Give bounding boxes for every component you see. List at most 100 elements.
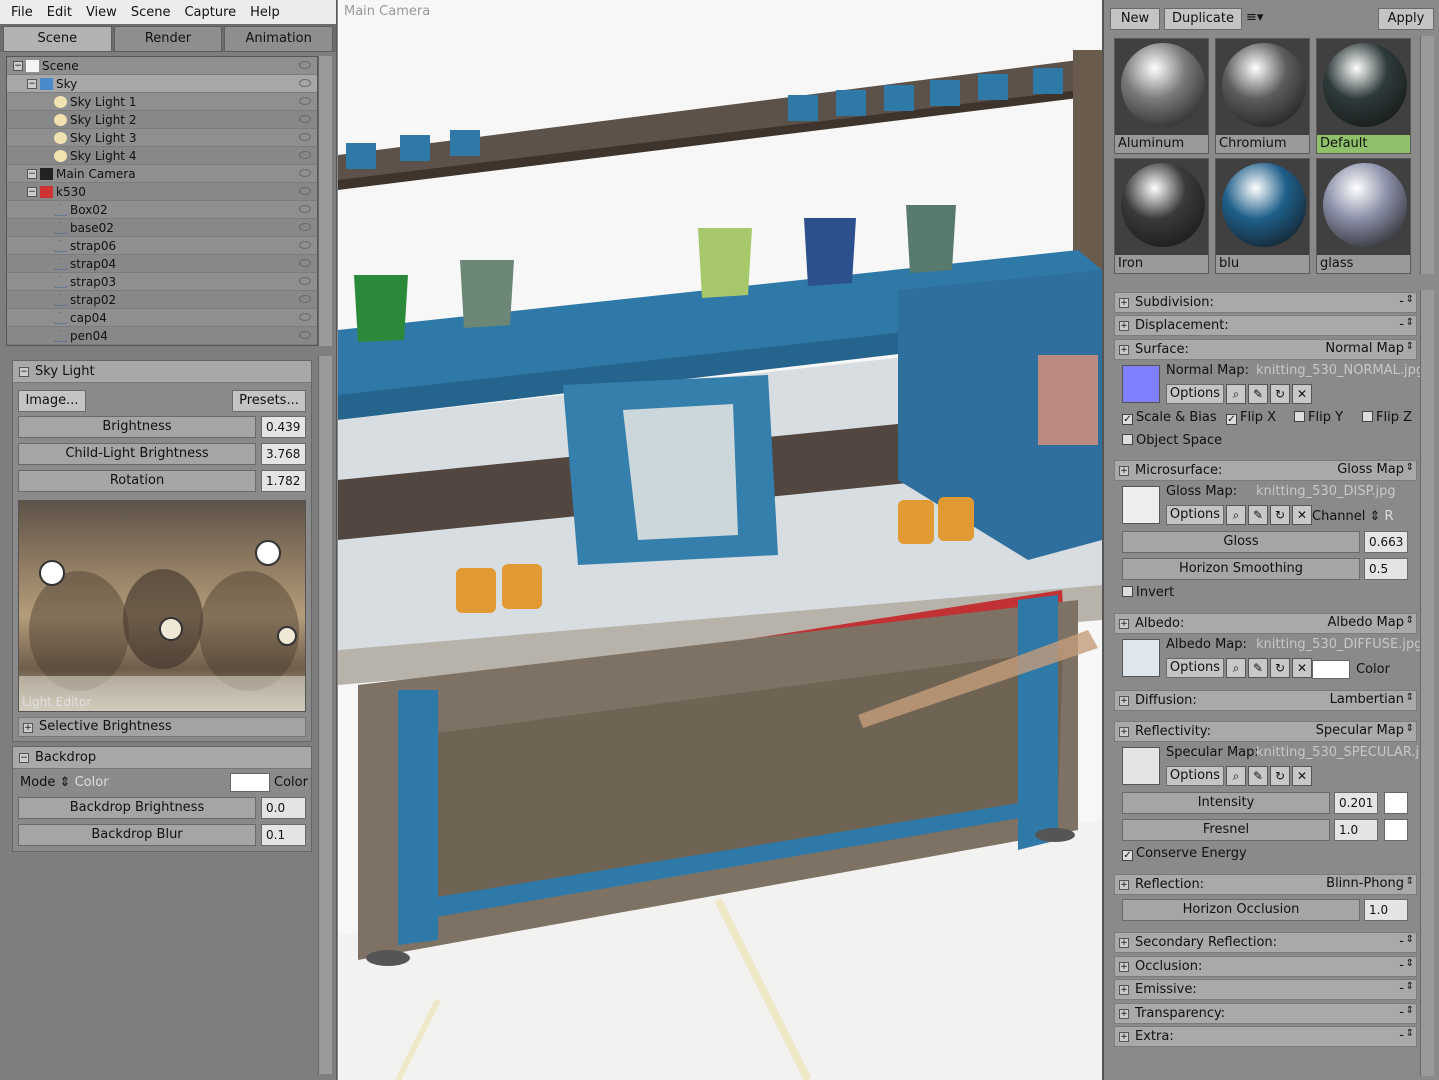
microsurface-section[interactable]: + Microsurface: Gloss Map ⇕ [1114, 460, 1417, 481]
menu-view[interactable]: View [79, 5, 124, 20]
flip-y-checkbox[interactable]: Flip Y [1294, 410, 1343, 425]
horizon-occlusion-slider[interactable]: Horizon Occlusion [1122, 899, 1360, 921]
remove-icon[interactable]: ✕ [1292, 384, 1312, 404]
search-icon[interactable]: ⌕ [1226, 384, 1246, 404]
remove-icon[interactable]: ✕ [1292, 505, 1312, 525]
child-light-brightness-value[interactable]: 3.768 [261, 443, 306, 465]
intensity-value[interactable]: 0.201 [1334, 792, 1378, 814]
fresnel-slider[interactable]: Fresnel [1122, 819, 1330, 841]
section-value[interactable]: - [1399, 934, 1404, 949]
expand-toggle-icon[interactable]: − [27, 168, 37, 179]
material-default[interactable]: Default [1316, 38, 1411, 154]
section-value[interactable]: Specular Map [1316, 723, 1404, 738]
tree-item-sky-light-3[interactable]: Sky Light 3 [7, 129, 317, 147]
visibility-eye-icon[interactable] [299, 133, 311, 141]
invert-checkbox[interactable]: Invert [1122, 585, 1174, 600]
tab-scene[interactable]: Scene [3, 26, 112, 52]
albedo-map-thumbnail[interactable] [1122, 639, 1160, 677]
tree-item-strap02[interactable]: strap02 [7, 291, 317, 309]
visibility-eye-icon[interactable] [299, 79, 311, 87]
backdrop-blur-slider[interactable]: Backdrop Blur [18, 824, 256, 846]
fresnel-color-swatch[interactable] [1384, 819, 1408, 841]
brightness-value[interactable]: 0.439 [261, 416, 306, 438]
tree-item-strap03[interactable]: strap03 [7, 273, 317, 291]
backdrop-color-swatch[interactable] [230, 773, 270, 792]
duplicate-button[interactable]: Duplicate [1164, 8, 1242, 30]
selective-brightness-header[interactable]: + Selective Brightness [18, 717, 306, 737]
camera-label[interactable]: Main Camera [344, 4, 430, 19]
flip-x-checkbox[interactable]: ✓ Flip X [1226, 410, 1276, 425]
tab-animation[interactable]: Animation [224, 26, 334, 52]
properties-scrollbar[interactable] [1420, 290, 1434, 1076]
section-value[interactable]: - [1399, 1005, 1404, 1020]
rotation-slider[interactable]: Rotation [18, 470, 256, 492]
expand-toggle-icon[interactable]: − [27, 186, 37, 197]
diffusion-section[interactable]: + Diffusion: Lambertian ⇕ [1114, 690, 1417, 711]
mode-select[interactable]: Color [75, 775, 109, 790]
section-value[interactable]: - [1399, 1028, 1404, 1043]
scale-bias-checkbox[interactable]: ✓ Scale & Bias [1122, 410, 1217, 425]
intensity-color-swatch[interactable] [1384, 792, 1408, 814]
reload-icon[interactable]: ↻ [1270, 505, 1290, 525]
tree-item-strap04[interactable]: strap04 [7, 255, 317, 273]
remove-icon[interactable]: ✕ [1292, 658, 1312, 678]
remove-icon[interactable]: ✕ [1292, 766, 1312, 786]
reflection-section[interactable]: + Reflection: Blinn-Phong ⇕ [1114, 874, 1417, 895]
tree-item-base02[interactable]: base02 [7, 219, 317, 237]
subdivision-section[interactable]: + Subdivision: - ⇕ [1114, 292, 1417, 313]
search-icon[interactable]: ⌕ [1226, 505, 1246, 525]
edit-icon[interactable]: ✎ [1248, 505, 1268, 525]
tab-render[interactable]: Render [113, 26, 223, 52]
horizon-occlusion-value[interactable]: 1.0 [1364, 899, 1408, 921]
tree-item-main-camera[interactable]: − Main Camera [7, 165, 317, 183]
tree-item-sky[interactable]: − Sky [7, 75, 317, 93]
visibility-eye-icon[interactable] [299, 223, 311, 231]
tree-item-box02[interactable]: Box02 [7, 201, 317, 219]
normal-map-options-button[interactable]: Options [1166, 384, 1224, 404]
material-iron[interactable]: Iron [1114, 158, 1209, 274]
menu-help[interactable]: Help [243, 5, 287, 20]
section-value[interactable]: Gloss Map [1337, 462, 1404, 477]
extra-section[interactable]: + Extra: - ⇕ [1114, 1026, 1417, 1047]
backdrop-brightness-value[interactable]: 0.0 [261, 797, 306, 819]
flip-z-checkbox[interactable]: Flip Z [1362, 410, 1412, 425]
backdrop-brightness-slider[interactable]: Backdrop Brightness [18, 797, 256, 819]
section-value[interactable]: - [1399, 294, 1404, 309]
menu-scene[interactable]: Scene [124, 5, 178, 20]
tree-item-strap06[interactable]: strap06 [7, 237, 317, 255]
gloss-slider[interactable]: Gloss [1122, 531, 1360, 553]
reflectivity-section[interactable]: + Reflectivity: Specular Map ⇕ [1114, 721, 1417, 742]
material-chromium[interactable]: Chromium [1215, 38, 1310, 154]
visibility-eye-icon[interactable] [299, 97, 311, 105]
menu-capture[interactable]: Capture [177, 5, 243, 20]
search-icon[interactable]: ⌕ [1226, 766, 1246, 786]
visibility-eye-icon[interactable] [299, 295, 311, 303]
gloss-map-options-button[interactable]: Options [1166, 505, 1224, 525]
visibility-eye-icon[interactable] [299, 205, 311, 213]
gloss-map-thumbnail[interactable] [1122, 486, 1160, 524]
material-aluminum[interactable]: Aluminum [1114, 38, 1209, 154]
presets-button[interactable]: Presets... [232, 390, 306, 412]
visibility-eye-icon[interactable] [299, 61, 311, 69]
menu-list-icon[interactable]: ≡▾ [1246, 10, 1263, 25]
tree-item-sky-light-2[interactable]: Sky Light 2 [7, 111, 317, 129]
tree-item-cap04[interactable]: cap04 [7, 309, 317, 327]
specular-map-options-button[interactable]: Options [1166, 766, 1224, 786]
transparency-section[interactable]: + Transparency: - ⇕ [1114, 1003, 1417, 1024]
section-value[interactable]: - [1399, 958, 1404, 973]
visibility-eye-icon[interactable] [299, 331, 311, 339]
secondary-reflection-section[interactable]: + Secondary Reflection: - ⇕ [1114, 932, 1417, 953]
rotation-value[interactable]: 1.782 [261, 470, 306, 492]
section-value[interactable]: Albedo Map [1327, 615, 1404, 630]
displacement-section[interactable]: + Displacement: - ⇕ [1114, 315, 1417, 336]
normal-map-thumbnail[interactable] [1122, 365, 1160, 403]
visibility-eye-icon[interactable] [299, 115, 311, 123]
light-editor-panorama[interactable]: Light Editor [18, 500, 306, 712]
tree-item-k530[interactable]: − k530 [7, 183, 317, 201]
reload-icon[interactable]: ↻ [1270, 766, 1290, 786]
material-glass[interactable]: glass [1316, 158, 1411, 274]
3d-viewport[interactable]: Main Camera [338, 0, 1102, 1080]
channel-select[interactable]: Channel ⇕ R [1312, 509, 1394, 524]
tree-item-sky-light-4[interactable]: Sky Light 4 [7, 147, 317, 165]
backdrop-header[interactable]: − Backdrop [13, 747, 311, 769]
